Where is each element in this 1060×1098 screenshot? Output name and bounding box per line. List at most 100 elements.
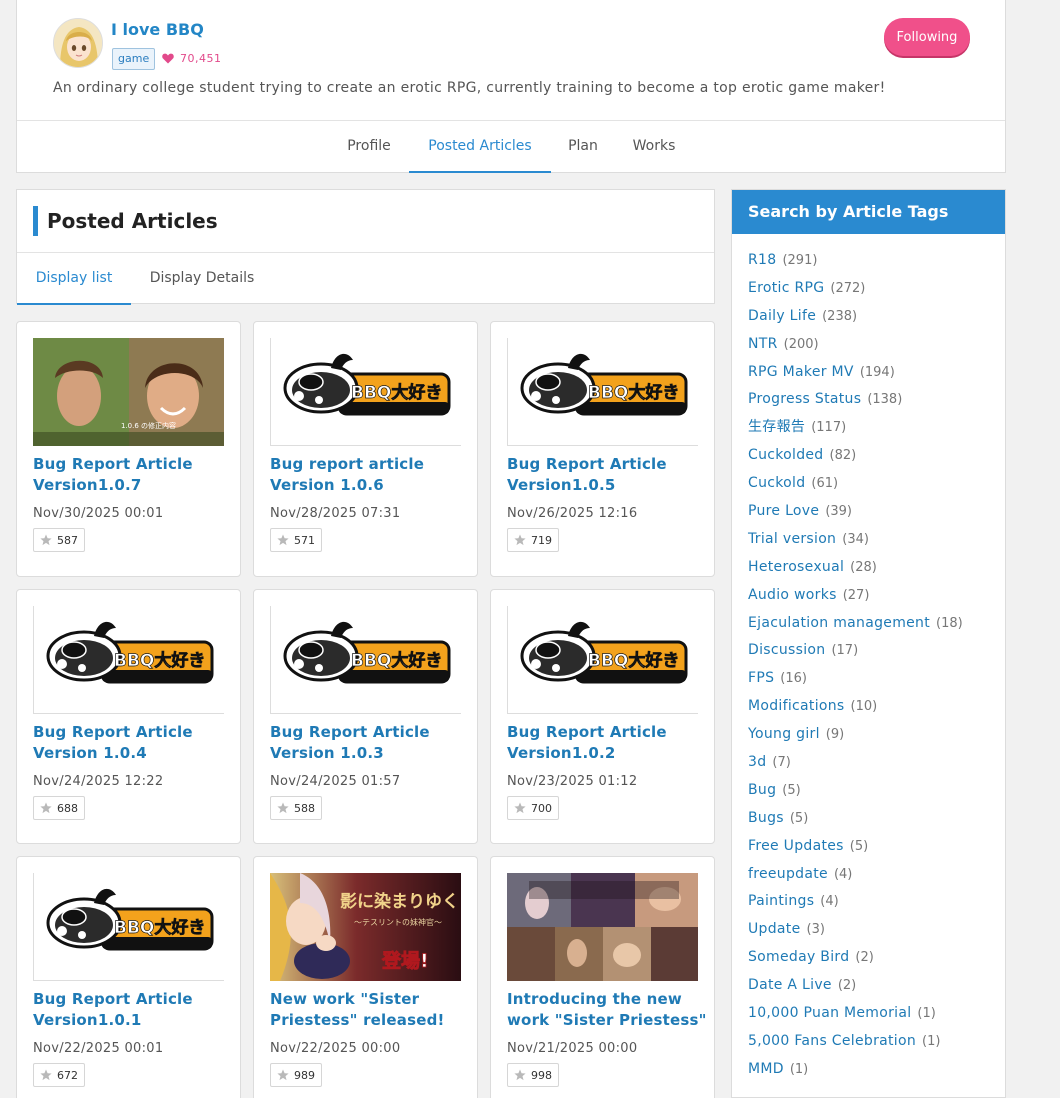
tag-item[interactable]: Cuckold (61) (748, 473, 1005, 501)
tag-link[interactable]: 生存報告 (748, 419, 805, 435)
like-counter[interactable]: 700 (507, 796, 559, 820)
tag-link[interactable]: 3d (748, 754, 766, 770)
article-title[interactable]: Bug Report Article Version 1.0.4 (33, 722, 233, 764)
tag-item[interactable]: Discussion (17) (748, 640, 1005, 668)
tab-posted-articles[interactable]: Posted Articles (409, 121, 551, 173)
tag-link[interactable]: Cuckolded (748, 447, 824, 463)
tag-link[interactable]: Update (748, 921, 801, 937)
tag-link[interactable]: RPG Maker MV (748, 364, 854, 380)
tag-link[interactable]: Erotic RPG (748, 280, 824, 296)
article-title[interactable]: Bug report article Version 1.0.6 (270, 454, 470, 496)
article-title[interactable]: Bug Report Article Version1.0.7 (33, 454, 233, 496)
like-counter[interactable]: 688 (33, 796, 85, 820)
tag-item[interactable]: Cuckolded (82) (748, 445, 1005, 473)
tab-display-details[interactable]: Display Details (141, 253, 263, 305)
tag-item[interactable]: Pure Love (39) (748, 501, 1005, 529)
article-card[interactable]: BBQ大好き Bug Report Article Version1.0.1 N… (16, 856, 241, 1098)
tag-link[interactable]: Date A Live (748, 977, 832, 993)
tag-item[interactable]: Someday Bird (2) (748, 947, 1005, 975)
tag-item[interactable]: Modifications (10) (748, 696, 1005, 724)
article-title[interactable]: Bug Report Article Version1.0.5 (507, 454, 707, 496)
tab-profile[interactable]: Profile (330, 121, 408, 173)
tag-link[interactable]: Modifications (748, 698, 845, 714)
tag-item[interactable]: Bugs (5) (748, 808, 1005, 836)
article-title[interactable]: Bug Report Article Version 1.0.3 (270, 722, 470, 764)
tag-link[interactable]: Progress Status (748, 391, 861, 407)
tag-item[interactable]: R18 (291) (748, 250, 1005, 278)
article-title[interactable]: New work "Sister Priestess" released! (270, 989, 470, 1031)
tag-item[interactable]: Date A Live (2) (748, 975, 1005, 1003)
like-counter[interactable]: 588 (270, 796, 322, 820)
like-count: 672 (57, 1068, 78, 1082)
tag-link[interactable]: Free Updates (748, 838, 844, 854)
tag-link[interactable]: Cuckold (748, 475, 805, 491)
avatar[interactable] (53, 18, 103, 68)
tag-item[interactable]: FPS (16) (748, 668, 1005, 696)
like-counter[interactable]: 998 (507, 1063, 559, 1087)
like-counter[interactable]: 719 (507, 528, 559, 552)
tag-link[interactable]: Discussion (748, 642, 825, 658)
tag-item[interactable]: Daily Life (238) (748, 306, 1005, 334)
article-card[interactable]: BBQ大好き Bug report article Version 1.0.6 … (253, 321, 478, 577)
tag-link[interactable]: R18 (748, 252, 776, 268)
tag-link[interactable]: 10,000 Puan Memorial (748, 1005, 911, 1021)
article-card[interactable]: BBQ大好き Bug Report Article Version 1.0.3 … (253, 589, 478, 844)
tag-item[interactable]: Progress Status (138) (748, 389, 1005, 417)
tag-link[interactable]: Ejaculation management (748, 615, 930, 631)
article-title[interactable]: Bug Report Article Version1.0.2 (507, 722, 707, 764)
tag-link[interactable]: FPS (748, 670, 774, 686)
article-card[interactable]: BBQ大好き Bug Report Article Version1.0.2 N… (490, 589, 715, 844)
tag-link[interactable]: NTR (748, 336, 778, 352)
tag-link[interactable]: Daily Life (748, 308, 816, 324)
article-title[interactable]: Introducing the new work "Sister Prieste… (507, 989, 707, 1031)
article-card[interactable]: BBQ大好き Bug Report Article Version 1.0.4 … (16, 589, 241, 844)
article-card[interactable]: BBQ大好き Bug Report Article Version1.0.5 N… (490, 321, 715, 577)
tag-item[interactable]: 生存報告 (117) (748, 417, 1005, 445)
tag-item[interactable]: 3d (7) (748, 752, 1005, 780)
tag-item[interactable]: Free Updates (5) (748, 836, 1005, 864)
tab-display-list[interactable]: Display list (17, 253, 131, 305)
tab-plan[interactable]: Plan (552, 121, 614, 173)
tag-item[interactable]: Young girl (9) (748, 724, 1005, 752)
tag-link[interactable]: Paintings (748, 893, 814, 909)
category-badge[interactable]: game (112, 48, 156, 70)
tag-item[interactable]: Update (3) (748, 919, 1005, 947)
creator-name[interactable]: I love BBQ (111, 20, 204, 39)
tag-link[interactable]: Heterosexual (748, 559, 844, 575)
tag-link[interactable]: Pure Love (748, 503, 819, 519)
tag-item[interactable]: Heterosexual (28) (748, 557, 1005, 585)
like-counter[interactable]: 989 (270, 1063, 322, 1087)
tag-item[interactable]: Trial version (34) (748, 529, 1005, 557)
tag-count: (9) (825, 727, 845, 743)
tag-item[interactable]: Audio works (27) (748, 585, 1005, 613)
tag-item[interactable]: RPG Maker MV (194) (748, 362, 1005, 390)
tag-link[interactable]: Bug (748, 782, 776, 798)
tag-link[interactable]: Audio works (748, 587, 837, 603)
tag-link[interactable]: Bugs (748, 810, 784, 826)
article-title[interactable]: Bug Report Article Version1.0.1 (33, 989, 233, 1031)
article-card[interactable]: Introducing the new work "Sister Prieste… (490, 856, 715, 1098)
like-counter[interactable]: 672 (33, 1063, 85, 1087)
tag-link[interactable]: MMD (748, 1061, 784, 1077)
tag-link[interactable]: Trial version (748, 531, 836, 547)
tag-item[interactable]: Ejaculation management (18) (748, 613, 1005, 641)
like-counter[interactable]: 587 (33, 528, 85, 552)
tag-link[interactable]: freeupdate (748, 866, 828, 882)
like-counter[interactable]: 571 (270, 528, 322, 552)
article-card[interactable]: 1.0.6 の修正内容 Bug Report Article Version1.… (16, 321, 241, 577)
tag-item[interactable]: MMD (1) (748, 1059, 1005, 1087)
tag-item[interactable]: Erotic RPG (272) (748, 278, 1005, 306)
tag-link[interactable]: 5,000 Fans Celebration (748, 1033, 916, 1049)
tag-item[interactable]: Paintings (4) (748, 891, 1005, 919)
article-card[interactable]: 影に染まりゆく 〜テスリントの妹神官〜 登場! New work "Sister… (253, 856, 478, 1098)
article-thumbnail-promo: 影に染まりゆく 〜テスリントの妹神官〜 登場! (270, 873, 461, 981)
tag-link[interactable]: Someday Bird (748, 949, 849, 965)
tab-works[interactable]: Works (617, 121, 691, 173)
tag-item[interactable]: 5,000 Fans Celebration (1) (748, 1031, 1005, 1059)
following-button[interactable]: Following (884, 18, 970, 56)
tag-item[interactable]: NTR (200) (748, 334, 1005, 362)
tag-link[interactable]: Young girl (748, 726, 820, 742)
tag-item[interactable]: 10,000 Puan Memorial (1) (748, 1003, 1005, 1031)
tag-item[interactable]: freeupdate (4) (748, 864, 1005, 892)
tag-item[interactable]: Bug (5) (748, 780, 1005, 808)
